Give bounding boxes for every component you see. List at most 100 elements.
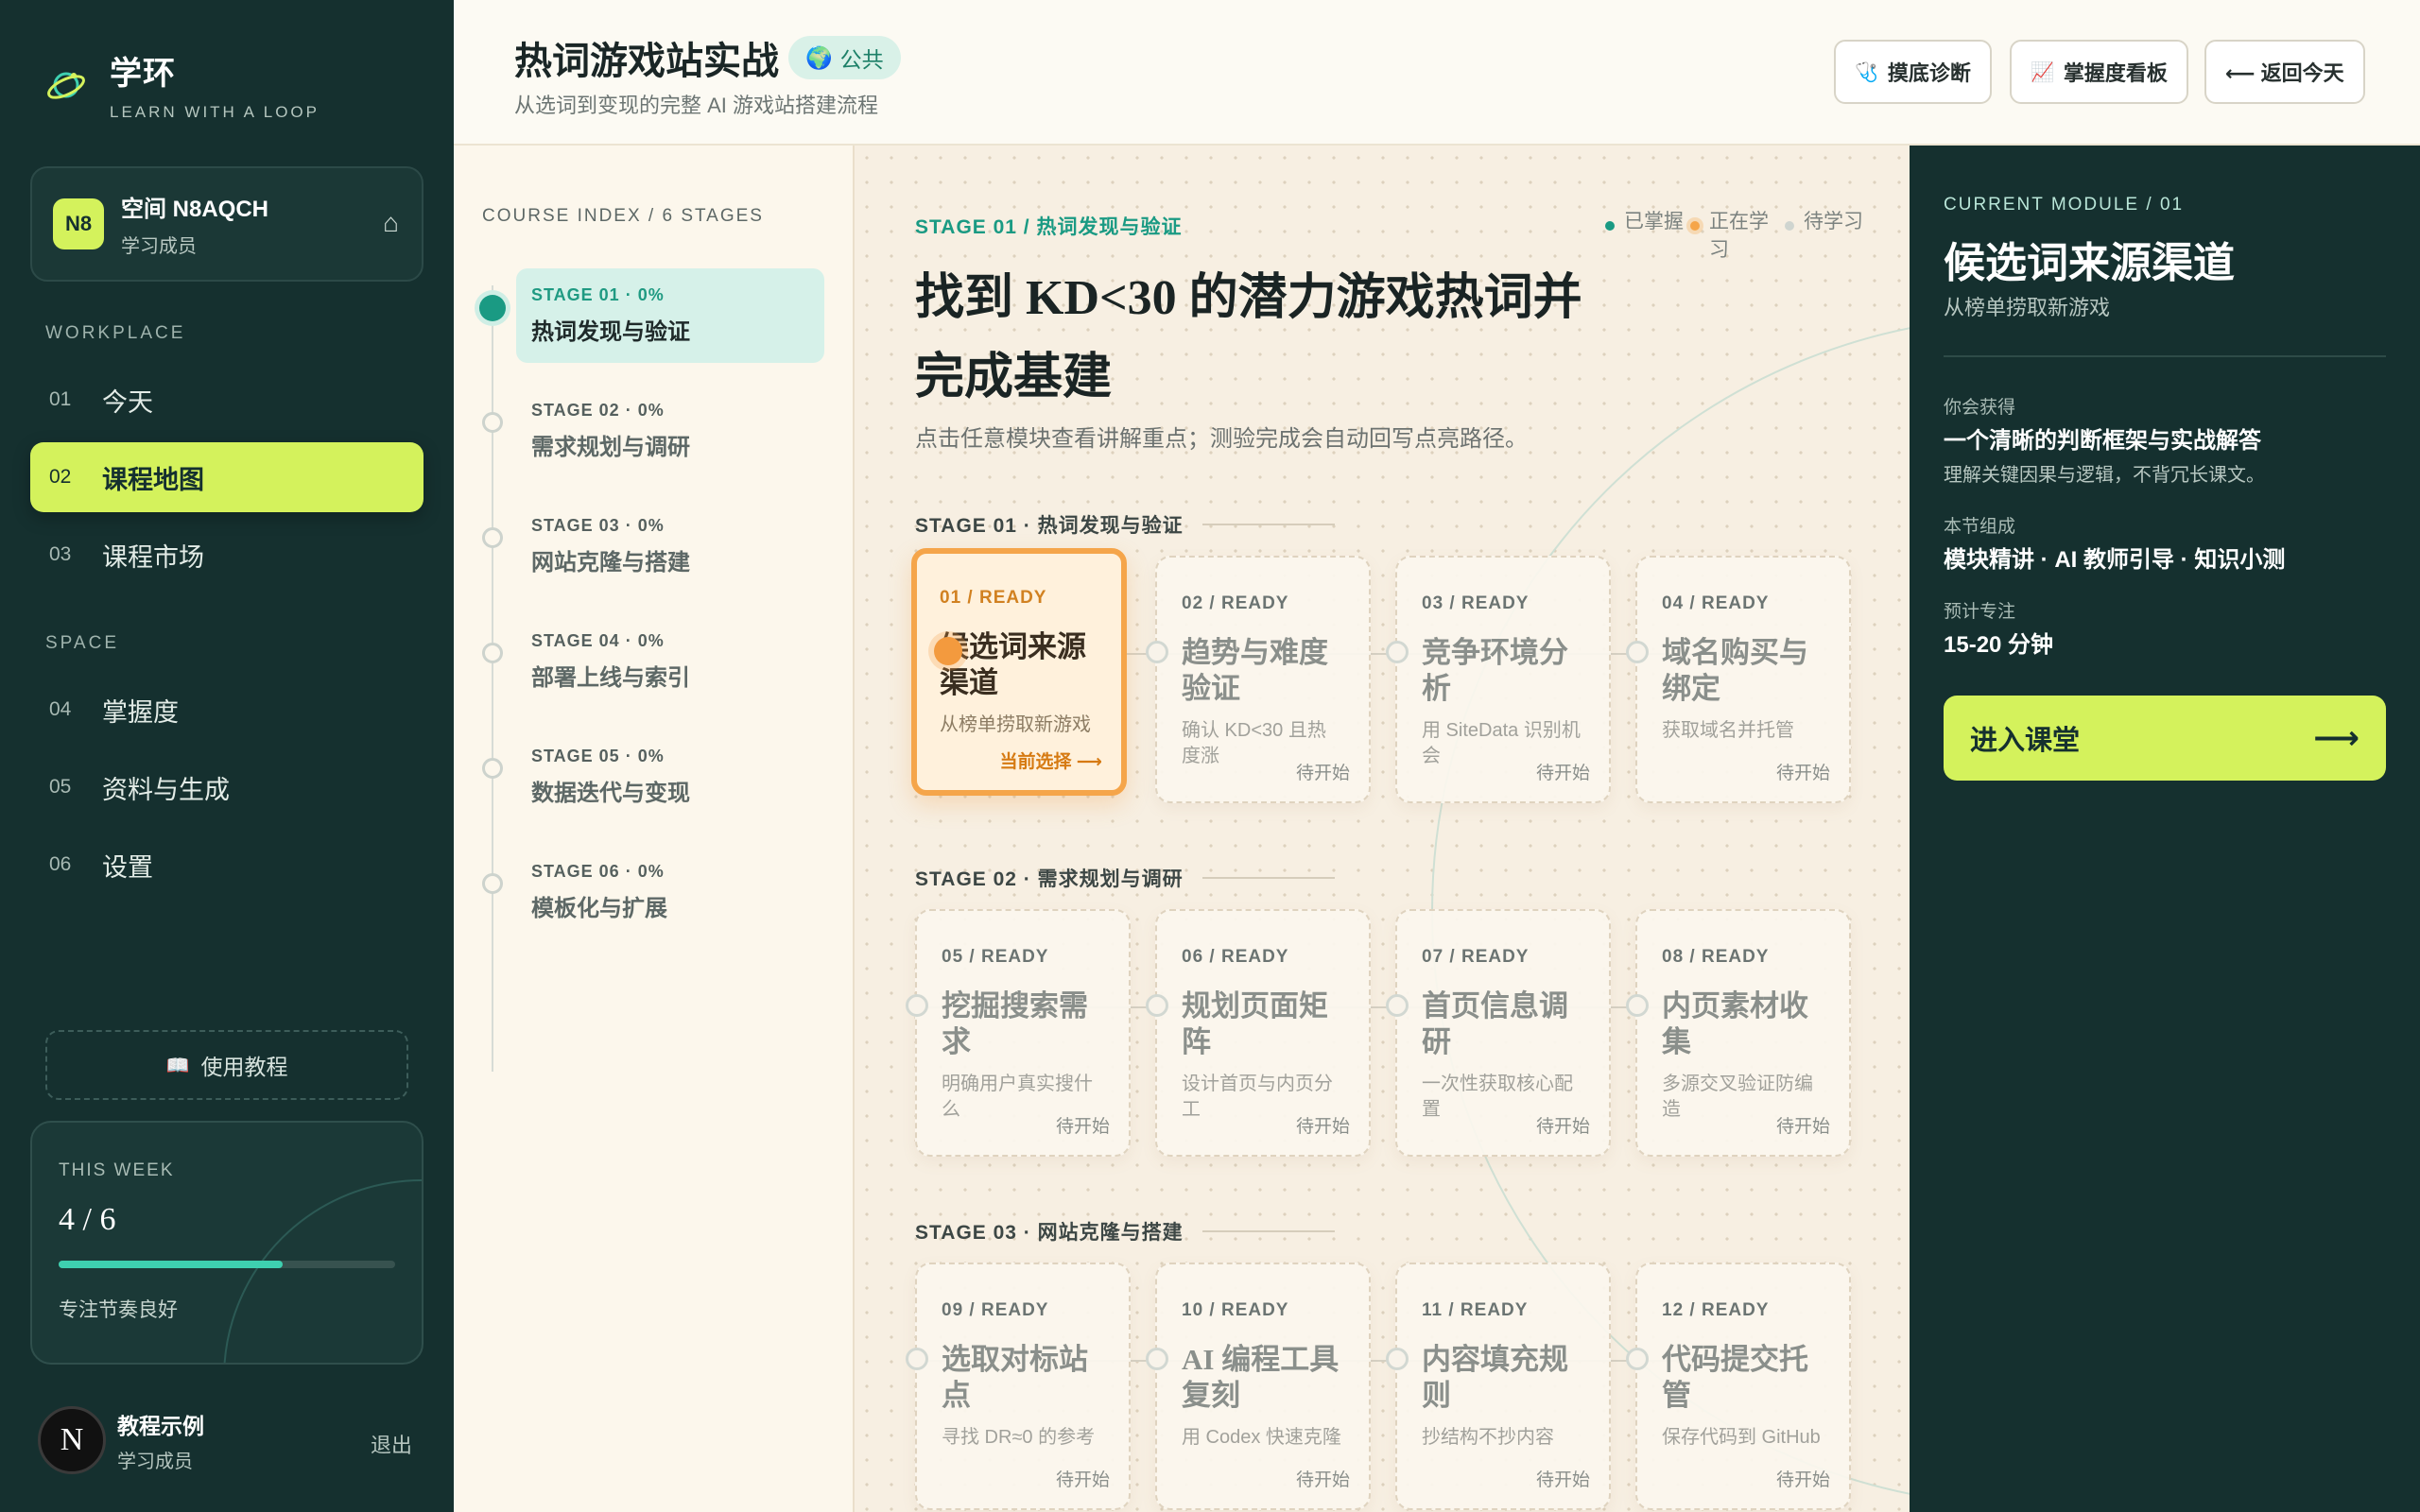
module-card-05[interactable]: 05 / READY 挖掘搜索需求 明确用户真实搜什么 待开始 — [906, 909, 1131, 1157]
nav-item-mastery[interactable]: 04 掌握度 — [30, 675, 424, 745]
module-code: 07 / READY — [1422, 947, 1530, 967]
avatar[interactable]: N — [38, 1406, 106, 1474]
module-desc: 抄结构不抄内容 — [1422, 1427, 1554, 1448]
nav-item-course-map[interactable]: 02 课程地图 — [30, 442, 424, 512]
module-card-04[interactable]: 04 / READY 域名购买与绑定 获取域名并托管 待开始 — [1626, 556, 1851, 803]
module-status: 待开始 — [1295, 764, 1350, 783]
module-name: AI 编程工具复刻 — [1182, 1343, 1340, 1412]
gain-value: 一个清晰的判断框架与实战解答 — [1944, 428, 2261, 454]
module-card-10[interactable]: 10 / READY AI 编程工具复刻 用 Codex 快速克隆 待开始 — [1146, 1263, 1371, 1510]
progress-node — [906, 1348, 928, 1370]
diagnose-label: 摸底诊断 — [1887, 61, 1971, 85]
divider — [1201, 877, 1335, 879]
legend-label: 已掌握 — [1624, 211, 1684, 232]
index-timeline — [492, 285, 493, 1072]
arrow-right-icon: ⟶ — [2313, 720, 2360, 756]
compose-label: 本节组成 — [1944, 517, 2016, 537]
module-name: 趋势与难度验证 — [1182, 636, 1328, 705]
module-name: 竞争环境分析 — [1422, 636, 1568, 705]
user-role: 学习成员 — [117, 1451, 193, 1472]
divider — [1201, 524, 1335, 525]
module-status: 待开始 — [1535, 764, 1590, 783]
module-desc: 保存代码到 GitHub — [1662, 1427, 1821, 1448]
index-title: COURSE INDEX / 6 STAGES — [482, 206, 764, 226]
map-stage-kicker: STAGE 01 / 热词发现与验证 — [915, 216, 1183, 238]
nav-item-materials[interactable]: 05 资料与生成 — [30, 752, 424, 822]
module-code: 02 / READY — [1182, 593, 1289, 613]
index-stage-05[interactable]: STAGE 05 · 0% 数据迭代与变现 — [516, 730, 824, 824]
divider — [1944, 355, 2386, 357]
nav-label: 资料与生成 — [102, 775, 230, 804]
stage-code: STAGE 02 · 0% — [531, 401, 665, 420]
panel-title: 候选词来源渠道 — [1944, 240, 2235, 286]
stage-code: STAGE 05 · 0% — [531, 747, 665, 765]
module-card-02[interactable]: 02 / READY 趋势与难度验证 确认 KD<30 且热度涨 待开始 — [1146, 556, 1371, 803]
module-code: 10 / READY — [1182, 1300, 1289, 1320]
stage-dot — [482, 758, 503, 779]
module-card-07[interactable]: 07 / READY 首页信息调研 一次性获取核心配置 待开始 — [1386, 909, 1611, 1157]
module-status: 待开始 — [1535, 1470, 1590, 1490]
progress-node — [1146, 1348, 1168, 1370]
space-title: 空间 N8AQCH — [121, 197, 269, 222]
stage-name: 需求规划与调研 — [531, 435, 690, 460]
home-icon[interactable]: ⌂ — [383, 208, 399, 238]
module-name: 选取对标站点 — [942, 1343, 1088, 1412]
module-card-08[interactable]: 08 / READY 内页素材收集 多源交叉验证防编造 待开始 — [1626, 909, 1851, 1157]
mastery-board-button[interactable]: 📈 掌握度看板 — [2010, 40, 2188, 104]
index-stage-03[interactable]: STAGE 03 · 0% 网站克隆与搭建 — [516, 499, 824, 593]
module-code: 01 / READY — [940, 588, 1047, 608]
nav-label: 设置 — [102, 852, 153, 882]
brand[interactable]: 学环 LEARN WITH A LOOP — [45, 47, 320, 122]
progress-node — [1146, 641, 1168, 663]
module-card-03[interactable]: 03 / READY 竞争环境分析 用 SiteData 识别机会 待开始 — [1386, 556, 1611, 803]
module-code: 12 / READY — [1662, 1300, 1770, 1320]
gain-note: 理解关键因果与逻辑，不背冗长课文。 — [1944, 465, 2265, 486]
nav-label: 课程市场 — [102, 542, 204, 572]
module-name: 规划页面矩阵 — [1182, 989, 1328, 1058]
space-switcher[interactable]: N8 空间 N8AQCH 学习成员 ⌂ — [30, 166, 424, 282]
progress-node — [906, 994, 928, 1017]
module-card-11[interactable]: 11 / READY 内容填充规则 抄结构不抄内容 待开始 — [1386, 1263, 1611, 1510]
globe-icon: 🌍 — [805, 44, 833, 70]
stage-name: 网站克隆与搭建 — [531, 550, 690, 576]
enter-label: 进入课堂 — [1970, 726, 2081, 756]
module-card-06[interactable]: 06 / READY 规划页面矩阵 设计首页与内页分工 待开始 — [1146, 909, 1371, 1157]
focus-label: 预计专注 — [1944, 602, 2016, 622]
nav-item-course-market[interactable]: 03 课程市场 — [30, 520, 424, 590]
module-status: 待开始 — [1295, 1470, 1350, 1490]
legend-pending: 待学习 — [1785, 208, 1872, 236]
index-stage-06[interactable]: STAGE 06 · 0% 模板化与扩展 — [516, 845, 824, 939]
logout-button[interactable]: 退出 — [371, 1429, 412, 1459]
progress-node — [1626, 994, 1649, 1017]
index-stage-02[interactable]: STAGE 02 · 0% 需求规划与调研 — [516, 384, 824, 478]
nav-item-today[interactable]: 01 今天 — [30, 365, 424, 435]
module-name: 内页素材收集 — [1662, 989, 1808, 1058]
tutorial-label: 使用教程 — [200, 1055, 288, 1079]
diagnose-button[interactable]: 🩺 摸底诊断 — [1834, 40, 1992, 104]
space-role: 学习成员 — [121, 236, 197, 257]
index-stage-04[interactable]: STAGE 04 · 0% 部署上线与索引 — [516, 614, 824, 709]
panel-kicker: CURRENT MODULE / 01 — [1944, 195, 2185, 215]
module-name: 代码提交托管 — [1662, 1343, 1808, 1412]
module-card-01[interactable]: 01 / READY 候选词来源渠道 从榜单捞取新游戏 当前选择 ⟶ — [911, 548, 1127, 796]
sidebar: 学环 LEARN WITH A LOOP N8 空间 N8AQCH 学习成员 ⌂… — [0, 0, 454, 1512]
module-desc: 获取域名并托管 — [1662, 720, 1794, 741]
brand-tagline: LEARN WITH A LOOP — [110, 103, 320, 121]
nav-item-settings[interactable]: 06 设置 — [30, 830, 424, 900]
back-today-button[interactable]: ⟵ 返回今天 — [2204, 40, 2365, 104]
module-status: 当前选择 ⟶ — [999, 752, 1102, 772]
module-name: 候选词来源渠道 — [940, 630, 1086, 699]
tutorial-button[interactable]: 📖 使用教程 — [45, 1030, 408, 1100]
legend-dot — [1690, 221, 1700, 231]
module-card-12[interactable]: 12 / READY 代码提交托管 保存代码到 GitHub 待开始 — [1626, 1263, 1851, 1510]
progress-node — [934, 637, 962, 665]
stage-group-title: STAGE 03 · 网站克隆与搭建 — [915, 1222, 1184, 1244]
user-name: 教程示例 — [117, 1413, 204, 1438]
enter-classroom-button[interactable]: 进入课堂 ⟶ — [1944, 696, 2386, 781]
stage-code: STAGE 03 · 0% — [531, 516, 665, 535]
back-today-label: ⟵ 返回今天 — [2225, 61, 2344, 85]
index-stage-01[interactable]: STAGE 01 · 0% 热词发现与验证 — [516, 268, 824, 363]
module-card-09[interactable]: 09 / READY 选取对标站点 寻找 DR≈0 的参考 待开始 — [906, 1263, 1131, 1510]
module-name: 域名购买与绑定 — [1662, 636, 1808, 705]
stage-name: 热词发现与验证 — [531, 319, 690, 345]
